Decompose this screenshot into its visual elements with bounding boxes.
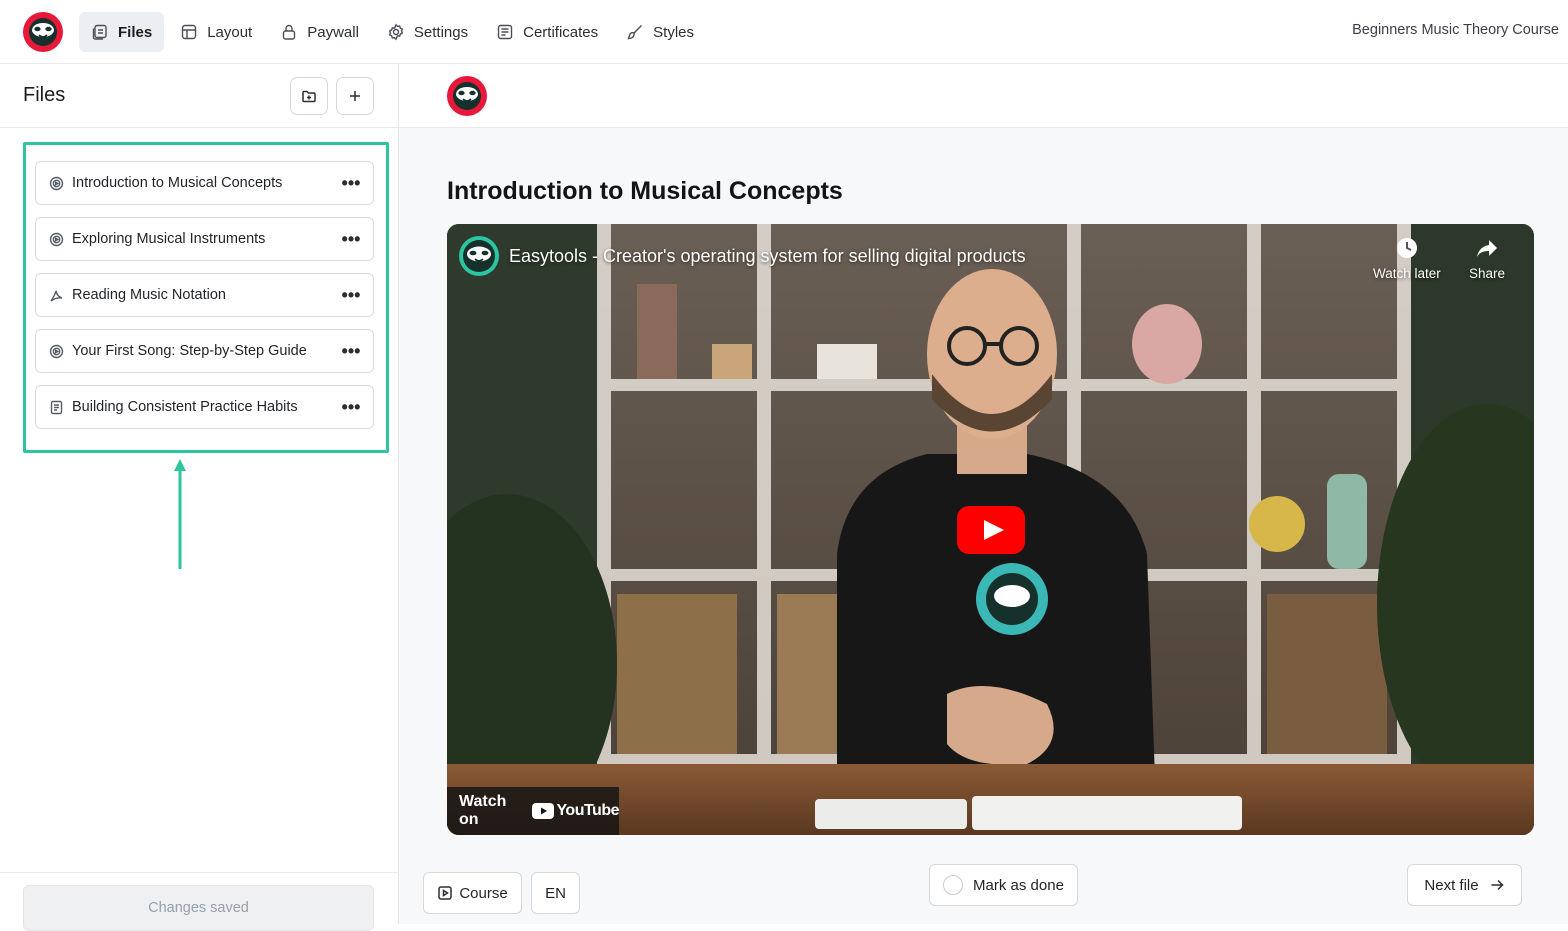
share-icon bbox=[1477, 240, 1498, 257]
arrow-right-icon bbox=[1491, 879, 1504, 891]
video-icon bbox=[49, 344, 64, 359]
course-button[interactable]: Course bbox=[423, 872, 522, 914]
file-item-introduction[interactable]: Introduction to Musical Concepts ••• bbox=[35, 161, 374, 205]
save-status-bar: Changes saved bbox=[0, 872, 398, 931]
clock-icon bbox=[1396, 238, 1417, 258]
sidebar-title: Files bbox=[23, 84, 66, 106]
pdf-icon bbox=[49, 288, 64, 303]
channel-avatar-icon[interactable] bbox=[459, 236, 499, 276]
language-button[interactable]: EN bbox=[531, 872, 580, 914]
add-file-button[interactable] bbox=[336, 77, 374, 115]
more-options-icon[interactable]: ••• bbox=[337, 229, 365, 249]
video-header: Easytools - Creator's operating system f… bbox=[459, 236, 1026, 276]
main-nav: Files Layout Paywall Settings Certificat… bbox=[79, 12, 706, 52]
done-checkbox[interactable] bbox=[943, 875, 964, 895]
youtube-logo: YouTube bbox=[532, 802, 619, 820]
logo-icon bbox=[447, 76, 487, 116]
nav-styles-label: Styles bbox=[653, 23, 695, 41]
nav-styles[interactable]: Styles bbox=[614, 12, 706, 52]
file-item-label: Reading Music Notation bbox=[72, 287, 226, 303]
video-icon bbox=[49, 176, 64, 191]
video-player[interactable]: Easytools - Creator's operating system f… bbox=[447, 224, 1534, 835]
youtube-wordmark: YouTube bbox=[556, 802, 619, 819]
nav-certificates[interactable]: Certificates bbox=[484, 12, 610, 52]
course-icon bbox=[438, 886, 453, 900]
document-icon bbox=[49, 400, 64, 415]
next-file-label: Next file bbox=[1424, 876, 1479, 894]
nav-layout-label: Layout bbox=[207, 23, 253, 41]
top-navigation: Files Layout Paywall Settings Certificat… bbox=[0, 0, 1568, 64]
more-options-icon[interactable]: ••• bbox=[337, 341, 365, 361]
mark-done-label: Mark as done bbox=[973, 876, 1064, 894]
nav-files[interactable]: Files bbox=[79, 12, 165, 52]
file-item-first-song[interactable]: Your First Song: Step-by-Step Guide ••• bbox=[35, 329, 374, 373]
nav-paywall-label: Paywall bbox=[307, 23, 359, 41]
add-folder-button[interactable] bbox=[290, 77, 328, 115]
folder-plus-icon bbox=[302, 90, 316, 103]
lesson-title: Introduction to Musical Concepts bbox=[447, 177, 843, 205]
file-item-notation[interactable]: Reading Music Notation ••• bbox=[35, 273, 374, 317]
video-title[interactable]: Easytools - Creator's operating system f… bbox=[509, 246, 1026, 267]
gear-icon bbox=[388, 23, 404, 41]
file-item-instruments[interactable]: Exploring Musical Instruments ••• bbox=[35, 217, 374, 261]
brush-icon bbox=[627, 25, 643, 40]
nav-files-label: Files bbox=[118, 23, 153, 41]
file-item-practice-habits[interactable]: Building Consistent Practice Habits ••• bbox=[35, 385, 374, 429]
nav-certificates-label: Certificates bbox=[523, 23, 599, 41]
share-button[interactable]: Share bbox=[1469, 236, 1505, 281]
more-options-icon[interactable]: ••• bbox=[337, 285, 365, 305]
files-sidebar: Files Introduction to Musical Concepts •… bbox=[0, 64, 399, 931]
file-item-label: Introduction to Musical Concepts bbox=[72, 175, 283, 191]
logo-icon[interactable] bbox=[23, 12, 63, 52]
watch-on-label: Watch on bbox=[459, 793, 507, 828]
nav-settings[interactable]: Settings bbox=[375, 12, 480, 52]
course-title: Beginners Music Theory Course bbox=[1352, 22, 1559, 38]
layout-icon bbox=[181, 24, 197, 40]
watch-later-button[interactable]: Watch later bbox=[1373, 236, 1441, 281]
preview-header bbox=[399, 64, 1568, 128]
file-item-label: Your First Song: Step-by-Step Guide bbox=[72, 343, 307, 359]
more-options-icon[interactable]: ••• bbox=[337, 173, 365, 193]
nav-settings-label: Settings bbox=[413, 23, 469, 41]
file-item-label: Exploring Musical Instruments bbox=[72, 231, 266, 247]
watch-on-youtube-button[interactable]: Watch on YouTube bbox=[447, 787, 619, 835]
sidebar-header: Files bbox=[0, 64, 398, 128]
nav-layout[interactable]: Layout bbox=[168, 12, 264, 52]
file-item-label: Building Consistent Practice Habits bbox=[72, 399, 298, 415]
share-label: Share bbox=[1469, 266, 1506, 281]
youtube-play-icon bbox=[532, 803, 555, 819]
course-label: Course bbox=[459, 884, 508, 902]
pointer-arrow-icon bbox=[174, 459, 186, 569]
next-file-button[interactable]: Next file bbox=[1407, 864, 1522, 906]
more-options-icon[interactable]: ••• bbox=[337, 397, 365, 417]
lesson-preview: Introduction to Musical Concepts Easytoo… bbox=[399, 64, 1568, 924]
nav-paywall[interactable]: Paywall bbox=[268, 12, 371, 52]
mark-as-done-button[interactable]: Mark as done bbox=[929, 864, 1078, 906]
plus-icon bbox=[350, 91, 360, 101]
certificate-icon bbox=[497, 24, 513, 40]
lock-icon bbox=[283, 24, 296, 40]
play-button-icon[interactable] bbox=[957, 506, 1025, 554]
video-icon bbox=[49, 232, 64, 247]
language-label: EN bbox=[545, 884, 566, 902]
files-icon bbox=[92, 24, 107, 40]
changes-saved-button: Changes saved bbox=[23, 885, 374, 931]
watch-later-label: Watch later bbox=[1373, 266, 1441, 281]
